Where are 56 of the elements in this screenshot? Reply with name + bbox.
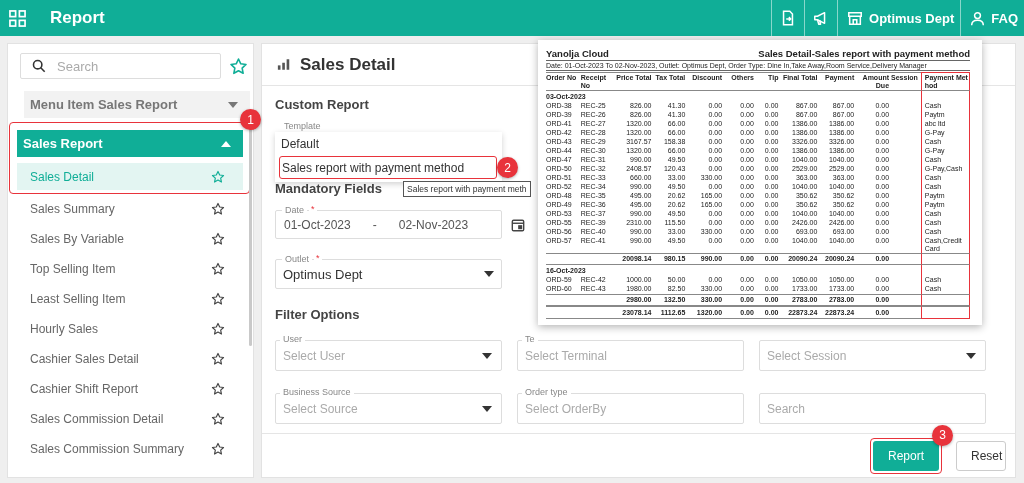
star-icon[interactable]: [211, 262, 225, 276]
calendar-icon[interactable]: [511, 217, 525, 232]
menu-item[interactable]: Hourly Sales: [17, 314, 243, 344]
page-title: Sales Detail: [300, 54, 396, 75]
field-label: Order type: [522, 386, 571, 398]
search-icon: [32, 59, 46, 73]
menu-item[interactable]: Cashier Sales Detail: [17, 344, 243, 374]
menu-item[interactable]: Sales By Variable: [17, 224, 243, 254]
caret-icon: [228, 101, 238, 108]
callout-badge: 1: [240, 109, 261, 130]
star-icon[interactable]: [211, 169, 225, 184]
select-field[interactable]: Select Session: [759, 340, 986, 371]
dropdown-option[interactable]: Default: [275, 132, 502, 155]
star-icon[interactable]: [211, 352, 225, 366]
section-heading: Filter Options: [275, 307, 360, 322]
field-label: Business Source: [280, 386, 354, 398]
report-title: Sales Detail-Sales report with payment method: [758, 48, 970, 59]
star-icon[interactable]: [211, 292, 225, 306]
menu-item[interactable]: Top Selling Item: [17, 254, 243, 284]
caret-icon: [966, 353, 976, 359]
store-icon: [847, 10, 864, 26]
menu-item[interactable]: Least Selling Item: [17, 284, 243, 314]
reset-button[interactable]: Reset: [956, 440, 1006, 471]
app-title: Report: [50, 8, 105, 28]
star-icon[interactable]: [229, 56, 248, 76]
caret-icon: [482, 353, 492, 359]
dropdown-option[interactable]: Sales report with payment method: [279, 156, 497, 179]
menu-item[interactable]: Sales Commission Summary: [17, 434, 243, 464]
menu-item[interactable]: Cashier Shift Report: [17, 374, 243, 404]
star-icon[interactable]: [211, 202, 225, 216]
star-icon[interactable]: [211, 322, 225, 336]
field-label: Date: [282, 204, 307, 216]
field-label: User: [280, 333, 305, 345]
tooltip: Sales report with payment meth: [403, 181, 531, 197]
caret-icon: [482, 406, 492, 412]
field-label: Outlet: [282, 253, 312, 265]
star-icon[interactable]: [211, 442, 225, 456]
field-label: Template: [284, 121, 321, 131]
search-field[interactable]: Search: [20, 53, 221, 79]
bar-chart-icon: [277, 58, 291, 71]
callout-badge: 3: [932, 424, 953, 446]
caret-icon: [484, 271, 494, 277]
input-field[interactable]: Search: [759, 393, 986, 424]
star-icon[interactable]: [211, 412, 225, 426]
menu-item[interactable]: Sales Summary: [17, 194, 243, 224]
field-label: Te: [522, 333, 538, 345]
star-icon[interactable]: [211, 232, 225, 246]
star-icon[interactable]: [211, 382, 225, 396]
section-heading: Custom Report: [275, 97, 369, 112]
caret-icon: [221, 140, 231, 147]
callout-badge: 2: [497, 157, 518, 178]
company-name: Yanolja Cloud: [546, 48, 609, 59]
apps-grid-icon[interactable]: [9, 9, 26, 27]
section-heading: Mandatory Fields: [275, 181, 382, 196]
menu-item[interactable]: Sales Commission Detail: [17, 404, 243, 434]
person-icon: [970, 10, 986, 26]
